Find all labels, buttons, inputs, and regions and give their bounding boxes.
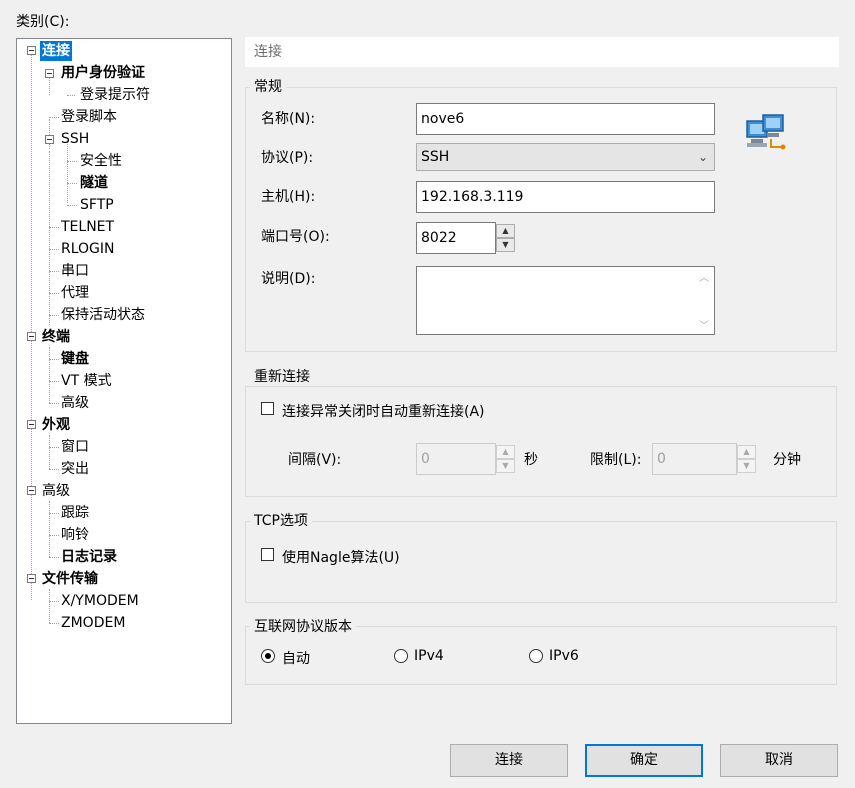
interval-label: 间隔(V): bbox=[288, 452, 342, 468]
scroll-up-icon[interactable]: ︿ bbox=[699, 269, 709, 284]
cancel-button[interactable]: 取消 bbox=[720, 744, 838, 777]
tree-item-appearance[interactable]: 外观 bbox=[40, 415, 72, 435]
tree-item-trace[interactable]: 跟踪 bbox=[59, 503, 91, 523]
tcp-group-title: TCP选项 bbox=[250, 512, 312, 530]
limit-unit: 分钟 bbox=[773, 452, 801, 468]
tree-item-serial[interactable]: 串口 bbox=[59, 261, 91, 281]
auto-reconnect-label: 连接异常关闭时自动重新连接(A) bbox=[282, 404, 485, 420]
limit-label: 限制(L): bbox=[590, 452, 642, 468]
radio-ipv4[interactable] bbox=[394, 649, 408, 663]
interval-input[interactable]: 0 bbox=[416, 443, 496, 475]
expand-toggle-icon[interactable] bbox=[45, 135, 54, 144]
interval-spinner[interactable]: ▲ ▼ bbox=[496, 445, 515, 473]
description-textarea[interactable] bbox=[416, 266, 715, 335]
nagle-checkbox[interactable] bbox=[261, 548, 274, 561]
radio-auto-label: 自动 bbox=[282, 651, 310, 667]
chevron-down-icon: ⌄ bbox=[697, 150, 708, 164]
tree-item-connection[interactable]: 连接 bbox=[40, 41, 72, 61]
tree-item-window[interactable]: 窗口 bbox=[59, 437, 91, 457]
category-label: 类别(C): bbox=[16, 14, 70, 30]
page-title: 连接 bbox=[245, 37, 839, 68]
interval-unit: 秒 bbox=[524, 452, 538, 468]
tree-item-sftp[interactable]: SFTP bbox=[78, 195, 116, 215]
radio-ipv6-label: IPv6 bbox=[549, 648, 579, 664]
expand-toggle-icon[interactable] bbox=[27, 332, 36, 341]
radio-auto[interactable] bbox=[261, 649, 275, 663]
tree-item-security[interactable]: 安全性 bbox=[78, 151, 124, 171]
expand-toggle-icon[interactable] bbox=[27, 486, 36, 495]
name-label: 名称(N): bbox=[261, 111, 316, 127]
tree-item-zmodem[interactable]: ZMODEM bbox=[59, 613, 127, 633]
expand-toggle-icon[interactable] bbox=[27, 46, 36, 55]
name-input[interactable]: nove6 bbox=[416, 103, 715, 135]
spin-up-icon[interactable]: ▲ bbox=[496, 445, 515, 459]
spin-up-icon[interactable]: ▲ bbox=[496, 224, 515, 238]
spin-down-icon[interactable]: ▼ bbox=[496, 459, 515, 473]
expand-toggle-icon[interactable] bbox=[45, 69, 54, 78]
tree-item-advanced[interactable]: 高级 bbox=[40, 481, 72, 501]
category-tree[interactable]: 连接 用户身份验证 登录提示符 登录脚本 SSH 安全性 隧道 SFTP TEL… bbox=[16, 38, 232, 724]
tree-item-highlight[interactable]: 突出 bbox=[59, 459, 91, 479]
reconnect-group-title: 重新连接 bbox=[250, 368, 314, 386]
tree-item-file-transfer[interactable]: 文件传输 bbox=[40, 569, 100, 589]
protocol-select[interactable]: SSH ⌄ bbox=[416, 143, 715, 171]
ip-version-group-title: 互联网协议版本 bbox=[250, 618, 356, 636]
limit-input[interactable]: 0 bbox=[652, 443, 737, 475]
network-computer-icon bbox=[746, 114, 786, 150]
tree-item-login-prompt[interactable]: 登录提示符 bbox=[78, 85, 152, 105]
host-input[interactable]: 192.168.3.119 bbox=[416, 181, 715, 213]
tree-item-rlogin[interactable]: RLOGIN bbox=[59, 239, 117, 259]
tree-item-ssh[interactable]: SSH bbox=[59, 129, 91, 149]
connect-button[interactable]: 连接 bbox=[450, 744, 568, 777]
tree-item-terminal-advanced[interactable]: 高级 bbox=[59, 393, 91, 413]
port-label: 端口号(O): bbox=[261, 229, 330, 245]
limit-spinner[interactable]: ▲ ▼ bbox=[737, 445, 756, 473]
tree-item-keepalive[interactable]: 保持活动状态 bbox=[59, 305, 147, 325]
spin-down-icon[interactable]: ▼ bbox=[737, 459, 756, 473]
tree-item-terminal[interactable]: 终端 bbox=[40, 327, 72, 347]
tree-item-vt-mode[interactable]: VT 模式 bbox=[59, 371, 114, 391]
nagle-label: 使用Nagle算法(U) bbox=[282, 550, 400, 566]
expand-toggle-icon[interactable] bbox=[27, 574, 36, 583]
radio-ipv6[interactable] bbox=[529, 649, 543, 663]
port-spinner[interactable]: ▲ ▼ bbox=[496, 224, 515, 252]
protocol-select-value: SSH bbox=[421, 149, 450, 165]
auto-reconnect-checkbox[interactable] bbox=[261, 402, 274, 415]
ok-button[interactable]: 确定 bbox=[585, 744, 703, 777]
tree-item-keyboard[interactable]: 键盘 bbox=[59, 349, 91, 369]
general-group-title: 常规 bbox=[250, 78, 286, 96]
tree-item-xymodem[interactable]: X/YMODEM bbox=[59, 591, 141, 611]
tree-item-bell[interactable]: 响铃 bbox=[59, 525, 91, 545]
spin-down-icon[interactable]: ▼ bbox=[496, 238, 515, 252]
port-input[interactable]: 8022 bbox=[416, 222, 496, 254]
protocol-label: 协议(P): bbox=[261, 150, 314, 166]
tree-item-telnet[interactable]: TELNET bbox=[59, 217, 116, 237]
description-label: 说明(D): bbox=[261, 271, 316, 287]
scroll-down-icon[interactable]: ﹀ bbox=[699, 317, 709, 332]
expand-toggle-icon[interactable] bbox=[27, 420, 36, 429]
tree-item-logging[interactable]: 日志记录 bbox=[59, 547, 119, 567]
description-scrollbar[interactable]: ︿ ﹀ bbox=[695, 267, 714, 334]
tree-item-user-auth[interactable]: 用户身份验证 bbox=[59, 63, 147, 83]
spin-up-icon[interactable]: ▲ bbox=[737, 445, 756, 459]
tree-item-tunnel[interactable]: 隧道 bbox=[78, 173, 110, 193]
host-label: 主机(H): bbox=[261, 189, 316, 205]
radio-ipv4-label: IPv4 bbox=[414, 648, 444, 664]
tree-item-login-script[interactable]: 登录脚本 bbox=[59, 107, 119, 127]
tree-item-proxy[interactable]: 代理 bbox=[59, 283, 91, 303]
